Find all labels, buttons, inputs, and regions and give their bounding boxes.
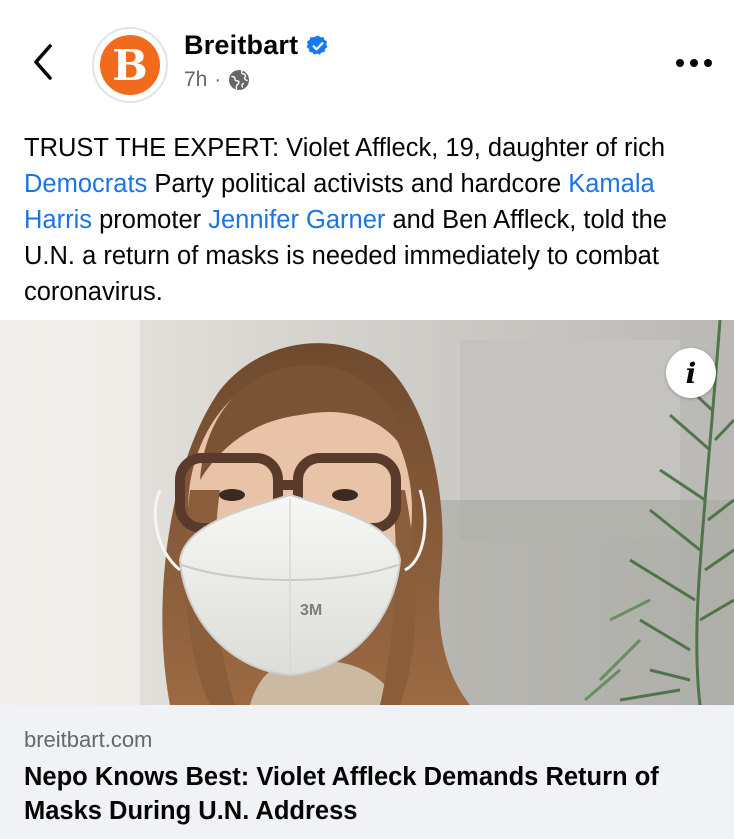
post-time[interactable]: 7h: [184, 68, 207, 92]
page-name-row: Breitbart: [184, 30, 330, 61]
link-headline: Nepo Knows Best: Violet Affleck Demands …: [24, 763, 659, 825]
post-view: B Breitbart 7h · TRUST THE EXPERT: Viole…: [0, 0, 734, 839]
verified-badge-icon: [306, 35, 328, 55]
more-options-button[interactable]: [676, 54, 716, 72]
more-horizontal-icon: [676, 59, 684, 67]
link-domain: breitbart.com: [24, 727, 153, 752]
post-text: TRUST THE EXPERT: Violet Affleck, 19, da…: [24, 134, 668, 306]
page-avatar[interactable]: B: [92, 27, 168, 103]
post-photo[interactable]: 3M: [0, 320, 734, 705]
hashtag-link-democrats[interactable]: Democrats: [24, 170, 147, 198]
photo-illustration: 3M: [0, 320, 734, 705]
back-button[interactable]: [26, 40, 62, 84]
info-button[interactable]: i: [666, 348, 716, 398]
chevron-left-icon: [34, 44, 52, 80]
link-preview-card[interactable]: breitbart.com Nepo Knows Best: Violet Af…: [0, 705, 734, 839]
mask-brand-text: 3M: [300, 602, 322, 619]
info-icon: i: [685, 356, 697, 390]
page-name[interactable]: Breitbart: [184, 30, 298, 61]
post-header: B Breitbart 7h ·: [0, 0, 734, 120]
globe-icon: [229, 70, 250, 90]
breitbart-logo: B: [100, 35, 160, 95]
mention-link-jennifer-garner[interactable]: Jennifer Garner: [208, 206, 385, 234]
meta-separator: ·: [214, 69, 222, 91]
post-meta: 7h ·: [184, 68, 250, 92]
